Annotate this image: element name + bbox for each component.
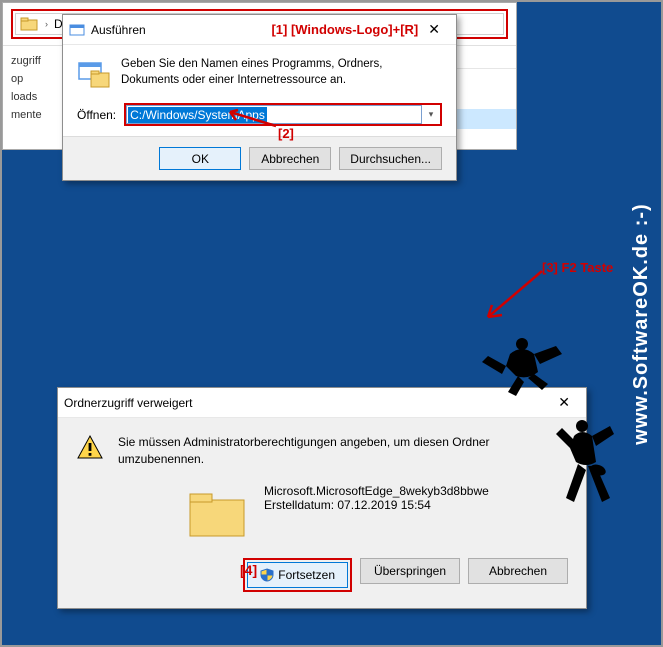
folder-large-icon bbox=[188, 488, 246, 538]
run-title: Ausführen bbox=[91, 23, 271, 37]
run-titlebar: Ausführen [1] [Windows-Logo]+[R] ✕ bbox=[63, 15, 456, 45]
ok-button[interactable]: OK bbox=[159, 147, 241, 170]
close-icon[interactable]: ✕ bbox=[418, 19, 450, 40]
chevron-down-icon[interactable]: ▾ bbox=[422, 109, 440, 120]
cancel-button[interactable]: Abbrechen bbox=[468, 558, 568, 584]
watermark-text: www.SoftwareOK.de :-) bbox=[630, 203, 653, 444]
uac-titlebar: Ordnerzugriff verweigert ✕ bbox=[58, 388, 586, 418]
chevron-right-icon: › bbox=[42, 19, 51, 29]
run-dialog: Ausführen [1] [Windows-Logo]+[R] ✕ Geben… bbox=[62, 14, 457, 181]
cancel-button[interactable]: Abbrechen bbox=[249, 147, 331, 170]
annotation-4: [4] bbox=[240, 562, 257, 578]
open-label: Öffnen: bbox=[77, 108, 116, 122]
shield-icon bbox=[260, 568, 274, 582]
open-combobox[interactable]: C:/Windows/SystemApps ▾ bbox=[124, 103, 442, 126]
run-description: Geben Sie den Namen eines Programms, Ord… bbox=[121, 57, 442, 91]
annotation-arrow-icon bbox=[482, 267, 552, 327]
uac-dialog: Ordnerzugriff verweigert ✕ Sie müssen Ad… bbox=[57, 387, 587, 609]
run-icon bbox=[69, 22, 85, 38]
uac-message: Sie müssen Administratorberechtigungen a… bbox=[118, 434, 568, 468]
continue-button[interactable]: Fortsetzen bbox=[247, 562, 348, 588]
annotation-3: [3] F2 Taste bbox=[542, 260, 613, 275]
folder-icon bbox=[20, 15, 38, 33]
uac-created-date: Erstelldatum: 07.12.2019 15:54 bbox=[264, 498, 489, 512]
open-path-text: C:/Windows/SystemApps bbox=[128, 107, 267, 123]
uac-folder-name: Microsoft.MicrosoftEdge_8wekyb3d8bbwe bbox=[264, 484, 489, 498]
uac-title: Ordnerzugriff verweigert bbox=[64, 396, 548, 410]
skip-button[interactable]: Überspringen bbox=[360, 558, 460, 584]
annotation-1: [1] [Windows-Logo]+[R] bbox=[271, 22, 418, 37]
annotation-4-highlight: Fortsetzen bbox=[243, 558, 352, 592]
continue-label: Fortsetzen bbox=[278, 568, 335, 582]
browse-button[interactable]: Durchsuchen... bbox=[339, 147, 442, 170]
close-icon[interactable]: ✕ bbox=[548, 392, 580, 413]
run-app-icon bbox=[77, 57, 111, 91]
warning-icon bbox=[76, 434, 104, 462]
